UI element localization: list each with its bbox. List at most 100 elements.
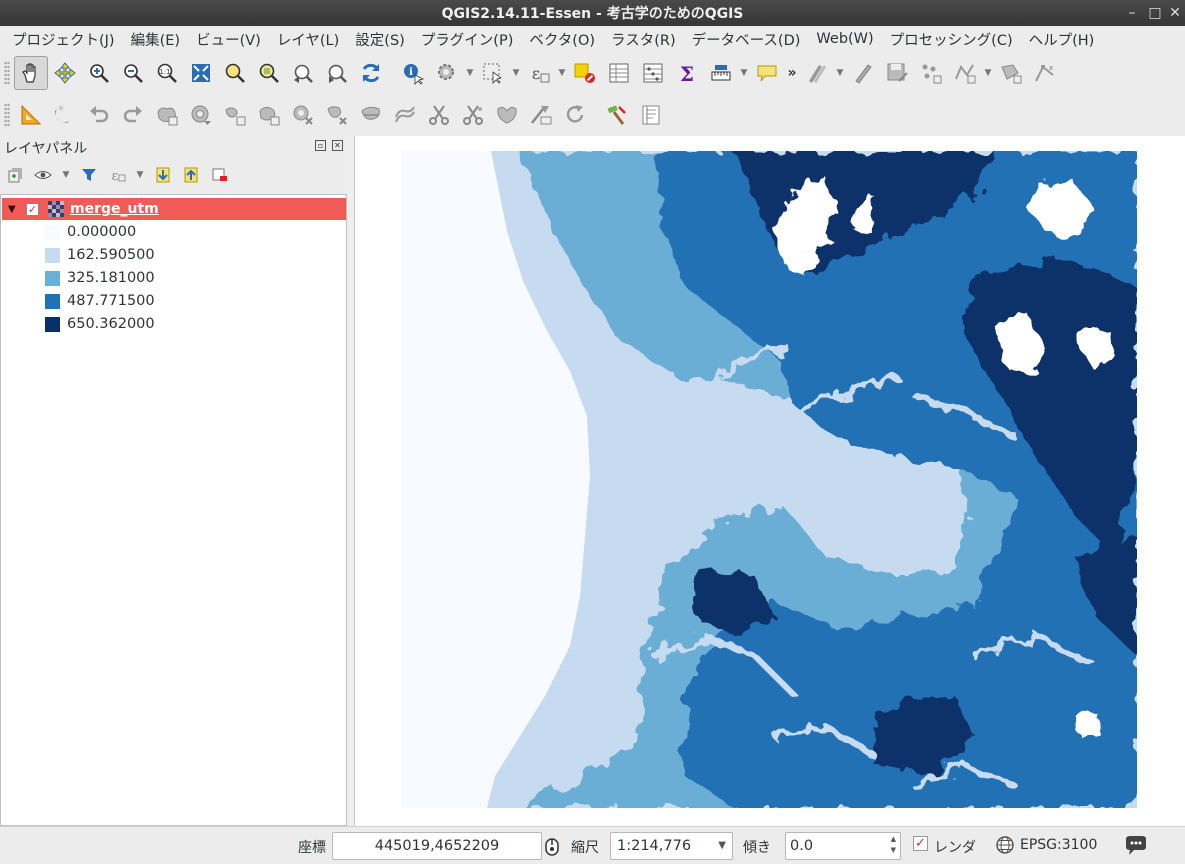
collapse-arrow-icon[interactable]: ▼ — [8, 204, 18, 215]
close-panel-icon[interactable]: ✕ — [332, 140, 343, 151]
menu-processing[interactable]: プロセッシング(C) — [882, 29, 1021, 50]
render-label[interactable]: レンダ — [934, 837, 976, 857]
toolbar-overflow-icon[interactable]: » — [784, 65, 800, 81]
action-button[interactable] — [430, 56, 464, 90]
field-calculator-button[interactable] — [636, 56, 670, 90]
node-tool-button[interactable]: x — [1028, 56, 1062, 90]
menu-edit[interactable]: 編集(E) — [123, 29, 188, 50]
expression-filter-dropdown-icon[interactable]: ▼ — [134, 170, 146, 180]
manage-visibility-button[interactable] — [32, 164, 54, 186]
simplify-feature-button[interactable] — [150, 98, 184, 132]
scale-dropdown-icon[interactable]: ▼ — [718, 833, 726, 859]
menu-plugins[interactable]: プラグイン(P) — [413, 29, 522, 50]
maximize-icon[interactable]: □ — [1146, 4, 1164, 22]
menu-view[interactable]: ビュー(V) — [188, 29, 269, 50]
map-tips-button[interactable] — [750, 56, 784, 90]
menu-help[interactable]: ヘルプ(H) — [1021, 29, 1103, 50]
statistical-summary-button[interactable]: Σ — [670, 56, 704, 90]
zoom-last-button[interactable] — [286, 56, 320, 90]
messages-icon[interactable] — [1124, 835, 1148, 857]
spin-arrows-icon[interactable]: ▲ ▼ — [891, 834, 896, 856]
offset-curve-button[interactable] — [388, 98, 422, 132]
pan-button[interactable] — [14, 56, 48, 90]
scale-combobox[interactable]: 1:214,776 ▼ — [610, 832, 733, 860]
digitize-button[interactable] — [800, 56, 834, 90]
zoom-in-button[interactable] — [82, 56, 116, 90]
redo-button[interactable] — [116, 98, 150, 132]
merge-features-button[interactable] — [490, 98, 524, 132]
text-annotation-button[interactable] — [634, 98, 668, 132]
merge-attributes-button[interactable] — [524, 98, 558, 132]
expand-all-button[interactable] — [152, 164, 174, 186]
undo-button[interactable] — [82, 98, 116, 132]
reshape-features-button[interactable] — [354, 98, 388, 132]
menu-database[interactable]: データベース(D) — [684, 29, 809, 50]
menu-web[interactable]: Web(W) — [808, 31, 881, 47]
add-point-button[interactable] — [914, 56, 948, 90]
plugin-tool-button[interactable] — [600, 98, 634, 132]
select-features-button[interactable] — [476, 56, 510, 90]
remove-layer-button[interactable] — [208, 164, 230, 186]
zoom-full-button[interactable] — [184, 56, 218, 90]
zoom-out-button[interactable] — [116, 56, 150, 90]
rotation-spinbox[interactable]: 0.0 ▲ ▼ — [785, 832, 901, 860]
minimize-icon[interactable]: – — [1123, 4, 1141, 22]
add-part-button[interactable] — [218, 98, 252, 132]
digitize-dropdown-icon[interactable]: ▼ — [834, 68, 846, 78]
coordinate-field[interactable]: 445019,4652209 — [332, 832, 542, 860]
map-canvas[interactable] — [354, 136, 1185, 826]
add-group-button[interactable] — [4, 164, 26, 186]
menu-raster[interactable]: ラスタ(R) — [603, 29, 684, 50]
menu-vector[interactable]: ベクタ(O) — [521, 29, 603, 50]
menu-layer[interactable]: レイヤ(L) — [269, 29, 347, 50]
zoom-next-button[interactable] — [320, 56, 354, 90]
snapping-button[interactable] — [48, 98, 82, 132]
fill-ring-button[interactable] — [252, 98, 286, 132]
split-parts-button[interactable] — [456, 98, 490, 132]
float-panel-icon[interactable]: ▫ — [315, 140, 326, 151]
toolbar-grip[interactable] — [4, 61, 10, 85]
measure-line-button[interactable] — [704, 56, 738, 90]
set-square-button[interactable] — [14, 98, 48, 132]
toggle-editing-button[interactable] — [846, 56, 880, 90]
expression-dropdown-icon[interactable]: ▼ — [556, 68, 568, 78]
crs-status[interactable]: EPSG:3100 — [1020, 837, 1097, 853]
select-dropdown-icon[interactable]: ▼ — [510, 68, 522, 78]
action-dropdown-icon[interactable]: ▼ — [464, 68, 476, 78]
close-window-icon[interactable]: ✕ — [1166, 4, 1184, 22]
layer-name[interactable]: merge_utm — [70, 201, 159, 217]
deselect-all-button[interactable] — [568, 56, 602, 90]
menu-settings[interactable]: 設定(S) — [347, 29, 413, 50]
attribute-table-button[interactable] — [602, 56, 636, 90]
visibility-dropdown-icon[interactable]: ▼ — [60, 170, 72, 180]
zoom-to-selection-button[interactable] — [218, 56, 252, 90]
filter-legend-button[interactable] — [78, 164, 100, 186]
add-line-button[interactable] — [948, 56, 982, 90]
zoom-to-layer-button[interactable] — [252, 56, 286, 90]
render-checkbox[interactable]: ✓ — [913, 836, 928, 851]
measure-dropdown-icon[interactable]: ▼ — [738, 68, 750, 78]
add-polygon-button[interactable] — [994, 56, 1028, 90]
add-line-dropdown-icon[interactable]: ▼ — [982, 68, 994, 78]
filter-by-expression-button[interactable]: ε — [106, 164, 128, 186]
zoom-actual-size-button[interactable]: 1:1 — [150, 56, 184, 90]
layer-visibility-checkbox[interactable]: ✓ — [26, 202, 39, 216]
layer-item-merge-utm[interactable]: ▼ ✓ merge_utm — [2, 198, 346, 220]
collapse-all-button[interactable] — [180, 164, 202, 186]
identify-features-button[interactable]: i — [396, 56, 430, 90]
delete-part-button[interactable] — [320, 98, 354, 132]
add-ring-button[interactable] — [184, 98, 218, 132]
refresh-button[interactable] — [354, 56, 388, 90]
split-features-button[interactable] — [422, 98, 456, 132]
panel-splitter[interactable] — [349, 136, 353, 826]
select-by-expression-button[interactable]: ε — [522, 56, 556, 90]
pan-to-selection-button[interactable] — [48, 56, 82, 90]
pencil-icon — [855, 64, 872, 84]
save-edits-button[interactable] — [880, 56, 914, 90]
rotate-symbols-button[interactable] — [558, 98, 592, 132]
globe-crs-icon[interactable] — [995, 835, 1015, 855]
toolbar-grip[interactable] — [4, 103, 10, 127]
delete-ring-button[interactable] — [286, 98, 320, 132]
mouse-toggle-icon[interactable] — [543, 837, 561, 857]
menu-project[interactable]: プロジェクト(J) — [4, 29, 123, 50]
